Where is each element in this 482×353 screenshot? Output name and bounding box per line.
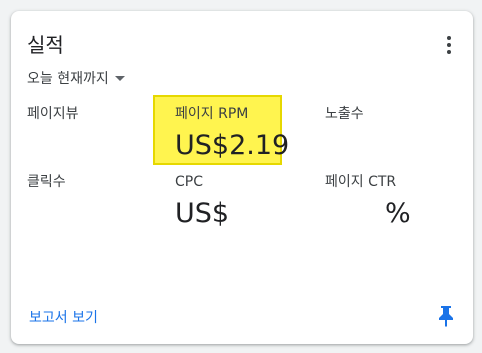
metric-label-clicks: 클릭수: [27, 174, 66, 190]
date-range-label: 오늘 현재까지: [27, 71, 109, 87]
metric-label-pageviews: 페이지뷰: [27, 106, 79, 122]
more-options-button[interactable]: [437, 31, 461, 59]
pin-icon[interactable]: [437, 305, 455, 327]
date-range-dropdown[interactable]: 오늘 현재까지: [27, 68, 125, 88]
performance-card: 실적 오늘 현재까지 페이지뷰 페이지 RPM US$2.19 노출수 클릭수 …: [11, 11, 473, 344]
metric-label-impressions: 노출수: [325, 106, 364, 122]
metric-label-page-rpm: 페이지 RPM: [175, 106, 249, 122]
more-vert-icon: [447, 36, 451, 40]
metric-label-page-ctr: 페이지 CTR: [325, 174, 397, 190]
view-report-link[interactable]: 보고서 보기: [29, 307, 98, 327]
metric-value-cpc: US$: [175, 198, 230, 229]
caret-down-icon: [114, 76, 125, 81]
card-title: 실적: [27, 33, 64, 57]
metric-value-page-rpm: US$2.19: [175, 130, 290, 161]
metric-value-page-ctr: %: [385, 198, 411, 229]
metric-label-cpc: CPC: [175, 174, 203, 190]
